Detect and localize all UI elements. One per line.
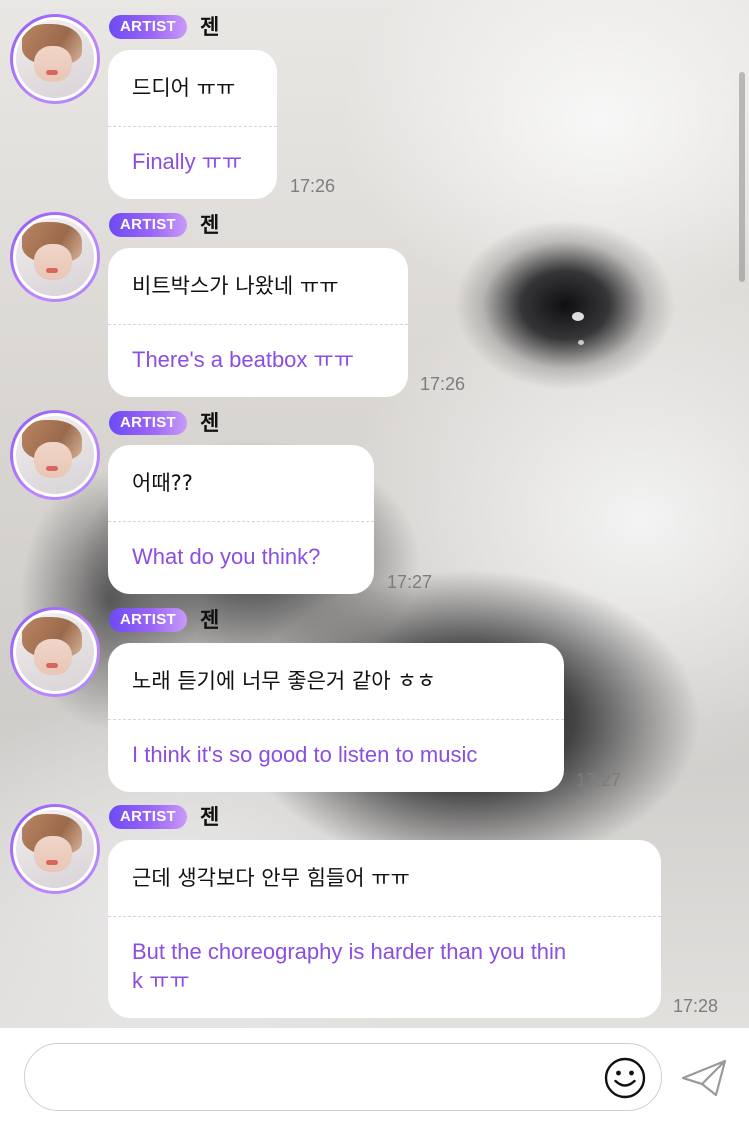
message-bubble[interactable]: 드디어 ㅠㅠ Finally ㅠㅠ — [108, 50, 277, 199]
sender-name: 젠 — [200, 213, 220, 237]
message-translation-text: What do you think? — [132, 544, 321, 569]
avatar-face — [34, 46, 72, 82]
sender-name: 젠 — [200, 608, 220, 632]
message-original-text: 드디어 ㅠㅠ — [108, 50, 277, 127]
message-original-text: 어때?? — [108, 445, 374, 522]
avatar-face — [34, 836, 72, 872]
message-timestamp: 17:27 — [576, 770, 622, 790]
avatar-photo — [13, 610, 97, 694]
message-timestamp: 17:27 — [387, 572, 433, 592]
message-input[interactable] — [47, 1062, 607, 1092]
avatar[interactable] — [10, 607, 100, 697]
artist-badge: ARTIST — [109, 411, 187, 435]
sender-name: 젠 — [200, 805, 220, 829]
smiley-face-icon[interactable] — [603, 1056, 647, 1100]
avatar-lip — [46, 860, 58, 865]
avatar-lip — [46, 70, 58, 75]
avatar[interactable] — [10, 410, 100, 500]
message-translation-text: There's a beatbox ㅠㅠ — [132, 347, 355, 372]
artist-badge: ARTIST — [109, 608, 187, 632]
message-original-text: 근데 생각보다 안무 힘들어 ㅠㅠ — [108, 840, 661, 917]
background-eye-highlight-small — [578, 340, 584, 345]
message-translation-text: Finally ㅠㅠ — [132, 149, 243, 174]
avatar-face — [34, 244, 72, 280]
message-original-text: 비트박스가 나왔네 ㅠㅠ — [108, 248, 408, 325]
avatar-photo — [13, 215, 97, 299]
avatar-lip — [46, 663, 58, 668]
avatar-face — [34, 442, 72, 478]
message-translation-text: I think it's so good to listen to music — [132, 742, 478, 767]
avatar[interactable] — [10, 804, 100, 894]
avatar-photo — [13, 17, 97, 101]
message-bubble[interactable]: 노래 듣기에 너무 좋은거 같아 ㅎㅎ I think it's so good… — [108, 643, 564, 792]
artist-badge: ARTIST — [109, 213, 187, 237]
avatar[interactable] — [10, 14, 100, 104]
message-bubble[interactable]: 근데 생각보다 안무 힘들어 ㅠㅠ But the choreography i… — [108, 840, 661, 1018]
message-translation-line: k ㅠㅠ — [132, 968, 190, 993]
avatar[interactable] — [10, 212, 100, 302]
avatar-photo — [13, 413, 97, 497]
message-timestamp: 17:26 — [290, 176, 336, 196]
message-translation-line: But the choreography is harder than you … — [132, 939, 567, 964]
paper-plane-icon[interactable] — [680, 1058, 728, 1098]
artist-badge: ARTIST — [109, 805, 187, 829]
message-timestamp: 17:28 — [673, 996, 719, 1016]
message-bubble[interactable]: 어때?? What do you think? — [108, 445, 374, 594]
message-translation-text: But the choreography is harder than you … — [108, 917, 661, 995]
sender-name: 젠 — [200, 15, 220, 39]
sender-name: 젠 — [200, 411, 220, 435]
artist-badge: ARTIST — [109, 15, 187, 39]
avatar-photo — [13, 807, 97, 891]
avatar-lip — [46, 268, 58, 273]
avatar-lip — [46, 466, 58, 471]
message-input-container[interactable] — [24, 1043, 662, 1111]
avatar-face — [34, 639, 72, 675]
message-original-text: 노래 듣기에 너무 좋은거 같아 ㅎㅎ — [108, 643, 564, 720]
background-eye-highlight — [572, 312, 584, 321]
scrollbar[interactable] — [739, 72, 745, 282]
message-composer — [0, 1027, 749, 1125]
message-timestamp: 17:26 — [420, 374, 466, 394]
message-bubble[interactable]: 비트박스가 나왔네 ㅠㅠ There's a beatbox ㅠㅠ — [108, 248, 408, 397]
